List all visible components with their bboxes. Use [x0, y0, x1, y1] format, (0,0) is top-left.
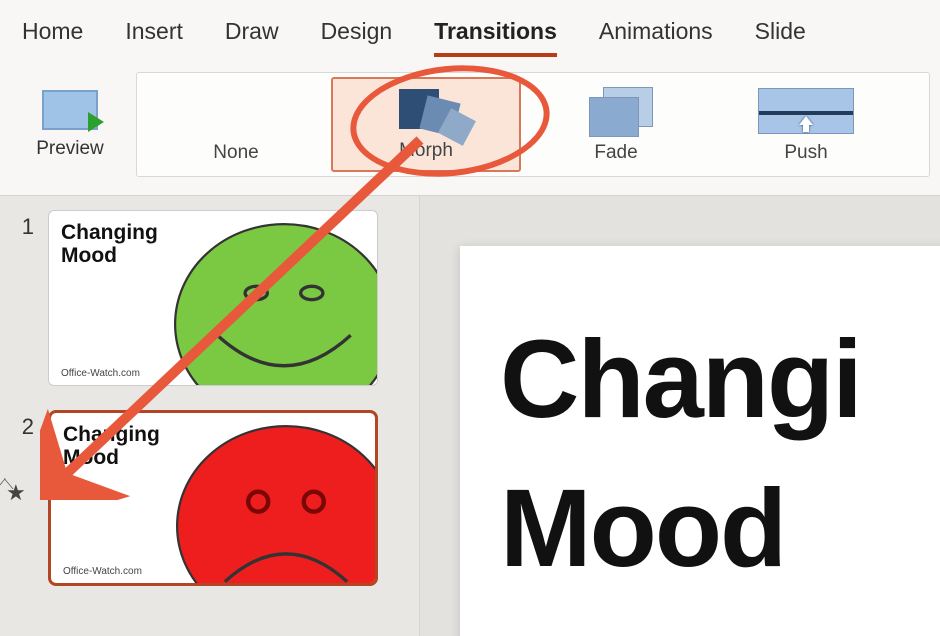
transition-indicator-star-icon: ★	[6, 480, 26, 506]
transition-gallery: None Morph Fade Push	[136, 72, 930, 177]
tab-design[interactable]: Design	[321, 18, 393, 53]
transition-label: Push	[784, 142, 827, 164]
happy-face-icon	[169, 213, 378, 386]
transition-label: Morph	[399, 140, 453, 162]
slide-title-line1: Changi	[500, 318, 861, 441]
ribbon-tabs: Home Insert Draw Design Transitions Anim…	[0, 0, 940, 56]
slide-title[interactable]: Changi Mood	[500, 306, 940, 603]
transition-none[interactable]: None	[141, 77, 331, 172]
thumb-credit: Office-Watch.com	[61, 368, 140, 379]
slide-editor[interactable]: Changi Mood	[420, 196, 940, 636]
transition-label: None	[213, 142, 258, 164]
ribbon-panel: Preview None Morph Fade	[0, 56, 940, 196]
tab-animations[interactable]: Animations	[599, 18, 713, 53]
fade-icon	[525, 83, 707, 138]
push-icon	[715, 83, 897, 138]
tab-home[interactable]: Home	[22, 18, 83, 53]
thumb-title: Changing Mood	[63, 423, 173, 469]
slide-thumbnail-1[interactable]: Changing Mood Office-Watch.com	[48, 210, 378, 386]
slide-thumbnail-2[interactable]: Changing Mood Office-Watch.com	[48, 410, 378, 586]
thumb-title: Changing Mood	[61, 221, 171, 267]
tab-slideshow[interactable]: Slide	[755, 18, 806, 53]
slide-number: 2	[14, 414, 34, 440]
transition-morph[interactable]: Morph	[331, 77, 521, 172]
slide-number: 1	[14, 214, 34, 240]
slide-title-line2: Mood	[500, 467, 785, 590]
tab-insert[interactable]: Insert	[125, 18, 183, 53]
preview-label: Preview	[36, 138, 104, 160]
slide-thumbnail-panel: 1 Changing Mood Office-Watch.com 2 Chang…	[0, 196, 420, 636]
preview-button[interactable]: Preview	[10, 72, 130, 177]
thumb-credit: Office-Watch.com	[63, 566, 142, 577]
none-icon	[145, 83, 327, 138]
tab-draw[interactable]: Draw	[225, 18, 279, 53]
editor-slide-canvas[interactable]: Changi Mood	[460, 246, 940, 636]
transition-fade[interactable]: Fade	[521, 77, 711, 172]
main-area: 1 Changing Mood Office-Watch.com 2 Chang…	[0, 196, 940, 636]
transition-push[interactable]: Push	[711, 77, 901, 172]
transition-label: Fade	[594, 142, 637, 164]
tab-transitions[interactable]: Transitions	[434, 18, 557, 57]
slide-thumbnail-row: 2 Changing Mood Office-Watch.com	[14, 410, 405, 586]
morph-icon	[337, 85, 515, 136]
slide-thumbnail-row: 1 Changing Mood Office-Watch.com	[14, 210, 405, 386]
sad-face-icon	[171, 415, 378, 586]
preview-icon	[42, 90, 98, 130]
